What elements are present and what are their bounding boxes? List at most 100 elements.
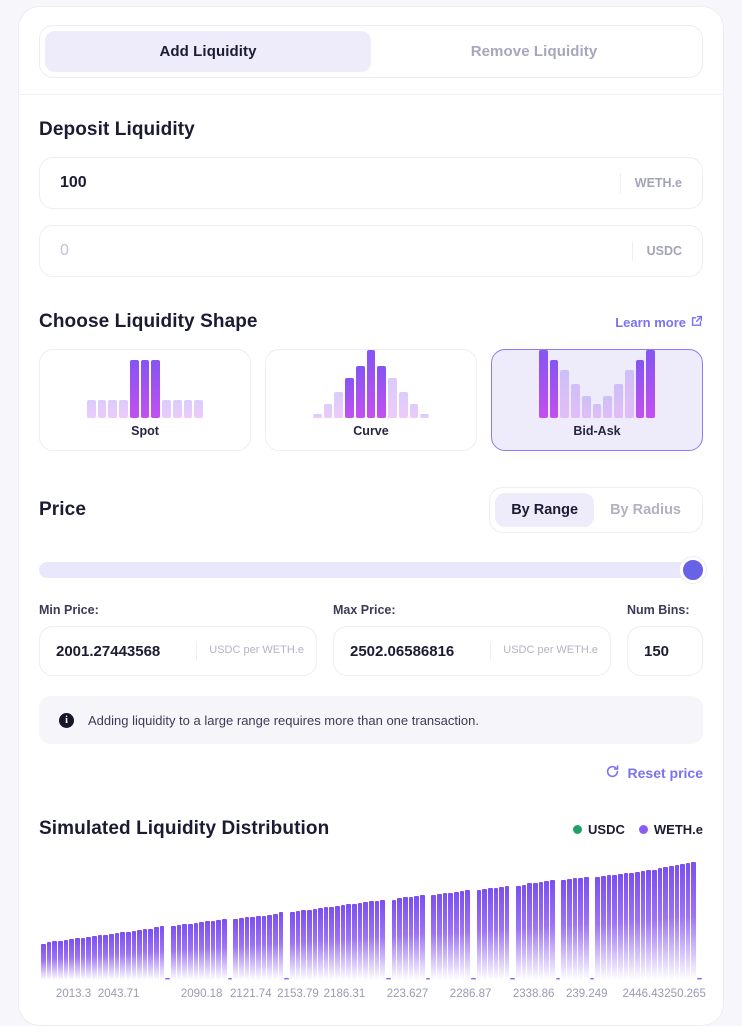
x-axis-tick-label: 2186.31 (323, 988, 366, 1000)
chart-bar (374, 900, 380, 980)
tab-add-liquidity[interactable]: Add Liquidity (45, 31, 371, 72)
chart-bar (691, 862, 697, 980)
price-header: Price By Range By Radius (39, 487, 703, 533)
legend-label-usdc: USDC (588, 821, 625, 837)
learn-more-label: Learn more (615, 314, 686, 330)
chart-x-axis: 2013.3 2043.71 2090.18 2121.74 2153.79 2186.3… (39, 988, 706, 1010)
chart-bar (52, 941, 57, 980)
chart-bar (651, 869, 657, 980)
chart-bar (131, 930, 137, 980)
price-range-slider[interactable] (39, 557, 706, 583)
chart-bar (233, 918, 238, 980)
chart-bar (97, 934, 103, 980)
chart-bar (154, 927, 159, 980)
chart-bar (301, 910, 306, 980)
x-axis-tick-label: 250.265 (664, 988, 706, 1000)
chart-bar (272, 913, 278, 980)
chart-bar (623, 872, 629, 980)
chart-bar (617, 873, 623, 980)
shape-bar (151, 360, 161, 418)
shape-bar (635, 360, 645, 418)
shape-bar (97, 400, 107, 418)
chart-bar (188, 924, 193, 980)
reset-price-button[interactable]: Reset price (605, 764, 703, 782)
chart-bar (533, 883, 538, 980)
chart-bar (499, 886, 504, 980)
chart-bar (674, 865, 680, 980)
num-bins-value[interactable]: 150 (644, 643, 702, 660)
shape-bar (162, 400, 171, 418)
deposit-field-usdc[interactable]: 0 USDC (39, 225, 703, 277)
deposit-field-weth[interactable]: 100 WETH.e (39, 157, 703, 209)
chart-bar (318, 908, 323, 980)
max-price-value[interactable]: 2502.06586816 (350, 643, 490, 660)
chart-bar (476, 889, 482, 980)
chart-bar (108, 933, 114, 980)
shape-bar (323, 404, 333, 418)
learn-more-link[interactable]: Learn more (615, 315, 703, 330)
chart-bar (363, 901, 369, 980)
chart-bar (578, 878, 583, 980)
legend-item-usdc: USDC (573, 822, 625, 837)
chart-bar (425, 977, 431, 980)
shape-bar (86, 400, 96, 418)
chart-bar (86, 937, 91, 980)
deposit-amount-usdc[interactable]: 0 (60, 242, 632, 260)
min-price-group: Min Price: 2001.27443568 USDC per WETH.e (39, 603, 317, 676)
chart-bar (142, 928, 148, 980)
chart-bar (295, 911, 301, 980)
num-bins-field[interactable]: 150 (627, 626, 703, 676)
shape-bar (549, 360, 559, 418)
shape-options: Spot Curve Bid-Ask (39, 349, 703, 451)
shape-header: Choose Liquidity Shape Learn more (39, 311, 703, 333)
chart-bar (419, 895, 425, 980)
chart-bar (125, 931, 131, 980)
chart-bar (414, 896, 419, 980)
chart-bar (459, 890, 465, 980)
max-price-group: Max Price: 2502.06586816 USDC per WETH.e (333, 603, 611, 676)
shape-option-bid-ask[interactable]: Bid-Ask (491, 349, 703, 451)
shape-bar (355, 366, 365, 418)
shape-label-bid-ask: Bid-Ask (573, 424, 621, 438)
shape-bar (388, 378, 397, 418)
chart-legend: USDC WETH.e (573, 822, 703, 837)
price-mode-by-radius[interactable]: By Radius (594, 493, 697, 527)
chart-bar (148, 928, 154, 980)
x-axis-tick-label: 223.627 (386, 988, 429, 1000)
chart-bar (386, 977, 391, 980)
panel-body: Deposit Liquidity 100 WETH.e 0 USDC Choo… (19, 119, 723, 1010)
min-price-label: Min Price: (39, 603, 99, 617)
deposit-amount-weth[interactable]: 100 (60, 174, 620, 192)
choose-shape-title: Choose Liquidity Shape (39, 311, 258, 332)
chart-bar (69, 939, 74, 980)
shape-bar (366, 350, 376, 418)
min-price-field[interactable]: 2001.27443568 USDC per WETH.e (39, 626, 317, 676)
legend-item-weth: WETH.e (638, 822, 703, 837)
chart-bar (267, 914, 272, 980)
chart-bar (657, 868, 663, 980)
chart-bar (493, 887, 499, 980)
shape-option-curve[interactable]: Curve (265, 349, 477, 451)
slider-track[interactable] (39, 562, 703, 578)
chart-bar (329, 907, 335, 980)
tab-remove-liquidity[interactable]: Remove Liquidity (371, 31, 697, 72)
chart-bar (516, 885, 521, 980)
chart-bar (629, 872, 634, 980)
num-bins-label: Num Bins: (627, 603, 690, 617)
shape-bar (581, 396, 591, 418)
chart-bar (555, 977, 561, 980)
shape-option-spot[interactable]: Spot (39, 349, 251, 451)
chart-bar (357, 902, 363, 980)
shape-bar (194, 400, 204, 418)
shape-bar (312, 414, 322, 418)
info-banner: i Adding liquidity to a large range requ… (39, 696, 703, 744)
min-price-unit: USDC per WETH.e (196, 642, 316, 660)
price-mode-by-range[interactable]: By Range (495, 493, 595, 527)
slider-thumb[interactable] (680, 557, 706, 583)
chart-bar (697, 977, 702, 980)
max-price-field[interactable]: 2502.06586816 USDC per WETH.e (333, 626, 611, 676)
min-price-value[interactable]: 2001.27443568 (56, 643, 196, 660)
x-axis-tick-label: 2338.86 (512, 988, 555, 1000)
chart-bar (255, 915, 261, 980)
shape-bar (420, 414, 430, 418)
